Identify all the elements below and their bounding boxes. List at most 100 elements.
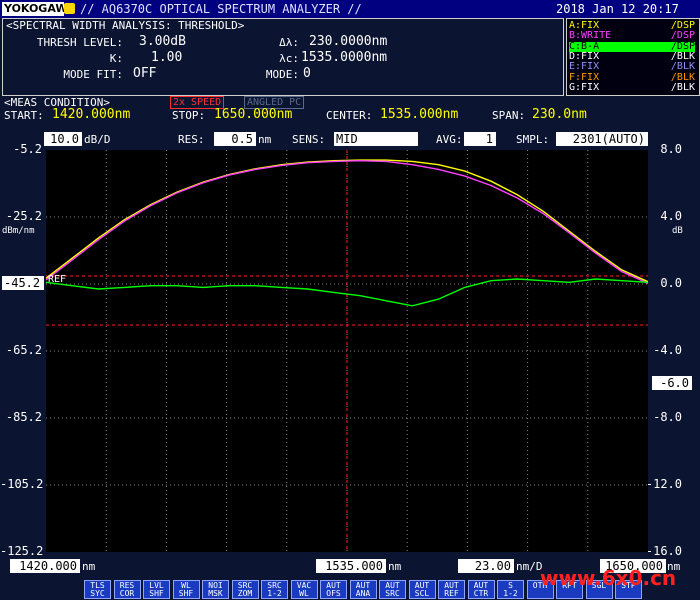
modefit-value: OFF	[133, 66, 157, 81]
trace-name: F:FIX	[569, 71, 600, 83]
thresh-label: THRESH LEVEL:	[36, 36, 123, 49]
right-tick-label: 8.0	[660, 142, 682, 156]
right-tick-label: 0.0	[660, 276, 682, 290]
res-label: RES:	[178, 133, 205, 146]
softkey-line2: SHF	[178, 589, 194, 598]
trace-status-panel: A:FIX/DSP B:WRITE/DSP C:B-A/DSP D:FIX/BLK E:…	[566, 18, 700, 96]
softkey-line2: SRC	[385, 589, 400, 598]
delta-lambda-value: 230.0000nm	[309, 34, 388, 49]
spectrum-svg	[45, 150, 649, 552]
k-value: 1.00	[151, 50, 183, 65]
softkey-line2: SHF	[149, 589, 164, 598]
center-label: CENTER:	[326, 109, 373, 122]
analysis-panel: <SPECTRAL WIDTH ANALYSIS: THRESHOLD> THR…	[2, 18, 564, 96]
trace-row-b[interactable]: B:WRITE/DSP	[569, 31, 695, 41]
softkey-aut-ref[interactable]: AUT REF	[438, 580, 465, 599]
right-tick-label: 4.0	[660, 209, 682, 223]
lambda-c-label: λc:	[279, 52, 299, 65]
center-wavelength-field[interactable]: 1535.000	[316, 559, 386, 573]
softkey-tls-syc[interactable]: TLS SYC	[84, 580, 111, 599]
softkey-line2: WL	[299, 589, 309, 598]
avg-label: AVG:	[436, 133, 463, 146]
thresh-value: 3.00dB	[139, 34, 186, 49]
center-value: 1535.000nm	[380, 107, 459, 122]
trace-mode: /DSP	[670, 30, 695, 42]
avg-value-field[interactable]: 1	[464, 132, 496, 146]
right-tick-label: -4.0	[653, 343, 682, 357]
softkey-src-zom[interactable]: SRC ZOM	[231, 580, 259, 599]
stop-value: 1650.000nm	[214, 107, 293, 122]
right-tick-label: -16.0	[645, 544, 682, 558]
softkey-line2: SCL	[414, 589, 430, 598]
right-unit-label: dB	[672, 226, 683, 236]
res-unit: nm	[258, 133, 272, 146]
ref-label: REF	[48, 274, 67, 285]
softkey-src-1-2[interactable]: SRC 1-2	[261, 580, 288, 599]
meas-condition-panel: <MEAS CONDITION> 2x SPEED ANGLED PC STAR…	[2, 96, 698, 122]
softkey-lvl-shf[interactable]: LVL SHF	[143, 580, 170, 599]
left-tick-label: -25.2	[5, 209, 42, 223]
softkey-aut-src[interactable]: AUT SRC	[379, 580, 406, 599]
span-scale-field[interactable]: 23.00	[458, 559, 514, 573]
softkey-wl-shf[interactable]: WL SHF	[172, 580, 200, 599]
sens-value-field[interactable]: MID	[334, 132, 418, 146]
mode-value: 0	[303, 66, 311, 81]
center-wavelength-unit: nm	[388, 560, 402, 573]
softkey-aut-ctr[interactable]: AUT CTR	[467, 580, 495, 599]
span-scale-unit: nm/D	[516, 560, 543, 573]
softkey-res-cor[interactable]: RES COR	[113, 580, 141, 599]
right-marker-field[interactable]: -6.0	[652, 376, 692, 390]
span-value: 230.0nm	[532, 107, 587, 122]
softkey-line2: 1-2	[267, 589, 282, 598]
datetime: 2018 Jan 12 20:17	[556, 2, 679, 16]
modefit-label: MODE FIT:	[63, 68, 123, 81]
ref-level-field[interactable]: -45.2	[2, 276, 44, 290]
trace-row-e[interactable]: E:FIX/BLK	[569, 62, 695, 72]
start-value: 1420.000nm	[52, 107, 131, 122]
softkey-aut-ana[interactable]: AUT ANA	[349, 580, 377, 599]
k-label: K:	[109, 52, 123, 65]
softkey-s-1-2[interactable]: S 1-2	[497, 580, 524, 599]
mode-label: MODE:	[265, 68, 299, 81]
start-wavelength-field[interactable]: 1420.000	[10, 559, 80, 573]
brand-mark-icon	[64, 3, 75, 14]
softkey-noi-msk[interactable]: NOI MSK	[202, 580, 229, 599]
trace-row-f[interactable]: F:FIX/BLK	[569, 71, 695, 83]
analysis-heading: <SPECTRAL WIDTH ANALYSIS: THRESHOLD>	[6, 19, 245, 32]
span-label: SPAN:	[492, 109, 526, 122]
softkey-line2: COR	[119, 589, 135, 598]
softkey-aut-ofs[interactable]: AUT OFS	[320, 580, 347, 599]
trace-row-g[interactable]: G:FIX/BLK	[569, 81, 695, 93]
spectrum-plot[interactable]: REF	[45, 150, 649, 552]
trace-mode: /BLK	[670, 61, 695, 73]
smpl-value-field[interactable]: 2301(AUTO)	[556, 132, 648, 146]
scale-value-field[interactable]: 10.0	[44, 132, 82, 146]
softkey-aut-scl[interactable]: AUT SCL	[408, 580, 436, 599]
stop-label: STOP:	[172, 109, 206, 122]
softkey-line2: CTR	[473, 589, 489, 598]
brand-logo: YOKOGAWA	[2, 2, 76, 16]
softkey-line2: SYC	[90, 589, 105, 598]
left-tick-label: -105.2	[0, 477, 44, 491]
right-tick-label: -12.0	[645, 477, 682, 491]
sens-label: SENS:	[292, 133, 326, 146]
softkey-vac-wl[interactable]: VAC WL	[290, 580, 318, 599]
smpl-label: SMPL:	[516, 133, 550, 146]
trace-name: B:WRITE	[569, 30, 612, 42]
scale-unit: dB/D	[84, 133, 111, 146]
start-wavelength-unit: nm	[82, 560, 96, 573]
trace-mode: /BLK	[670, 71, 695, 83]
trace-name: G:FIX	[569, 81, 600, 93]
softkey-line2: ANA	[355, 589, 371, 598]
left-tick-label: -5.2	[13, 142, 42, 156]
softkey-line2: REF	[444, 589, 459, 598]
left-tick-label: -125.2	[0, 544, 44, 558]
res-value-field[interactable]: 0.5	[214, 132, 256, 146]
start-label: START:	[4, 109, 44, 122]
softkey-line2: OFS	[326, 589, 341, 598]
trace-name: E:FIX	[569, 61, 600, 73]
left-tick-label: -65.2	[5, 343, 42, 357]
watermark: www.6x0.cn	[540, 566, 677, 590]
delta-lambda-label: Δλ:	[279, 36, 299, 49]
lambda-c-value: 1535.0000nm	[301, 50, 388, 65]
